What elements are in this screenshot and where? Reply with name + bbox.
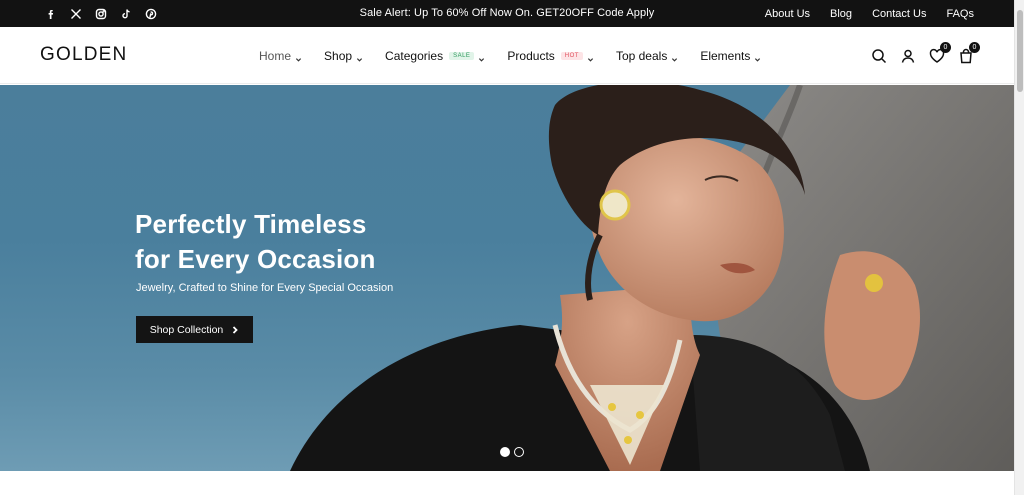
tiktok-icon[interactable]: [119, 7, 132, 20]
nav-top-deals-label: Top deals: [615, 48, 668, 63]
hero-headline-line-2: for Every Occasion: [135, 244, 376, 274]
contact-us-link[interactable]: Contact Us: [872, 8, 926, 20]
announcement-bar: Sale Alert: Up To 60% Off Now On. GET20O…: [0, 0, 1014, 27]
account-icon[interactable]: [900, 48, 916, 64]
chevron-down-icon: [295, 52, 302, 62]
chevron-right-icon: [233, 325, 239, 334]
wishlist-count: 0: [940, 41, 951, 53]
nav-elements[interactable]: Elements: [700, 49, 761, 63]
chevron-down-icon: [356, 52, 363, 62]
chevron-down-icon: [754, 52, 761, 62]
hot-badge: HOT: [560, 51, 583, 60]
hero-model-image: [290, 85, 1014, 471]
nav-home-label: Home: [259, 48, 292, 63]
cart-count: 0: [969, 41, 980, 53]
sale-badge: SALE: [449, 51, 475, 60]
cart-button[interactable]: 0: [958, 41, 980, 64]
shop-collection-button[interactable]: Shop Collection: [136, 316, 253, 343]
nav-top-deals[interactable]: Top deals: [616, 49, 678, 63]
scrollbar-thumb[interactable]: [1017, 10, 1023, 92]
slider-pagination: [500, 447, 524, 457]
nav-categories-label: Categories: [385, 48, 444, 63]
hero-slider: Perfectly Timeless for Every Occasion Je…: [0, 85, 1014, 471]
main-header: GOLDEN Home Shop Categories SALE Product…: [0, 27, 1014, 84]
faqs-link[interactable]: FAQs: [946, 8, 974, 20]
header-actions: 0 0: [871, 27, 980, 84]
search-icon[interactable]: [871, 48, 887, 64]
nav-products[interactable]: Products HOT: [507, 49, 594, 63]
hero-headline: Perfectly Timeless for Every Occasion: [135, 207, 376, 277]
page-scrollbar[interactable]: [1014, 0, 1024, 495]
blog-link[interactable]: Blog: [830, 8, 852, 20]
nav-shop-label: Shop: [324, 48, 353, 63]
slide-dot-2[interactable]: [514, 447, 524, 457]
nav-home[interactable]: Home: [259, 49, 302, 63]
chevron-down-icon: [671, 52, 678, 62]
nav-categories[interactable]: Categories SALE: [385, 49, 485, 63]
nav-shop[interactable]: Shop: [324, 49, 363, 63]
site-logo[interactable]: GOLDEN: [40, 44, 127, 66]
social-links: [44, 0, 157, 27]
x-icon[interactable]: [69, 7, 82, 20]
nav-elements-label: Elements: [700, 48, 751, 63]
chevron-down-icon: [587, 52, 594, 62]
hero-headline-line-1: Perfectly Timeless: [135, 209, 367, 239]
slide-dot-1[interactable]: [500, 447, 510, 457]
about-us-link[interactable]: About Us: [765, 8, 810, 20]
wishlist-button[interactable]: 0: [929, 41, 951, 64]
pinterest-icon[interactable]: [144, 7, 157, 20]
nav-products-label: Products: [507, 48, 555, 63]
instagram-icon[interactable]: [94, 7, 107, 20]
page-below-hero: [0, 471, 1014, 495]
shop-collection-label: Shop Collection: [149, 323, 224, 336]
utility-links: About Us Blog Contact Us FAQs: [765, 0, 974, 27]
main-nav: Home Shop Categories SALE Products HOT T…: [259, 27, 761, 84]
chevron-down-icon: [478, 52, 485, 62]
hero-subtitle: Jewelry, Crafted to Shine for Every Spec…: [136, 282, 394, 294]
facebook-icon[interactable]: [44, 7, 57, 20]
